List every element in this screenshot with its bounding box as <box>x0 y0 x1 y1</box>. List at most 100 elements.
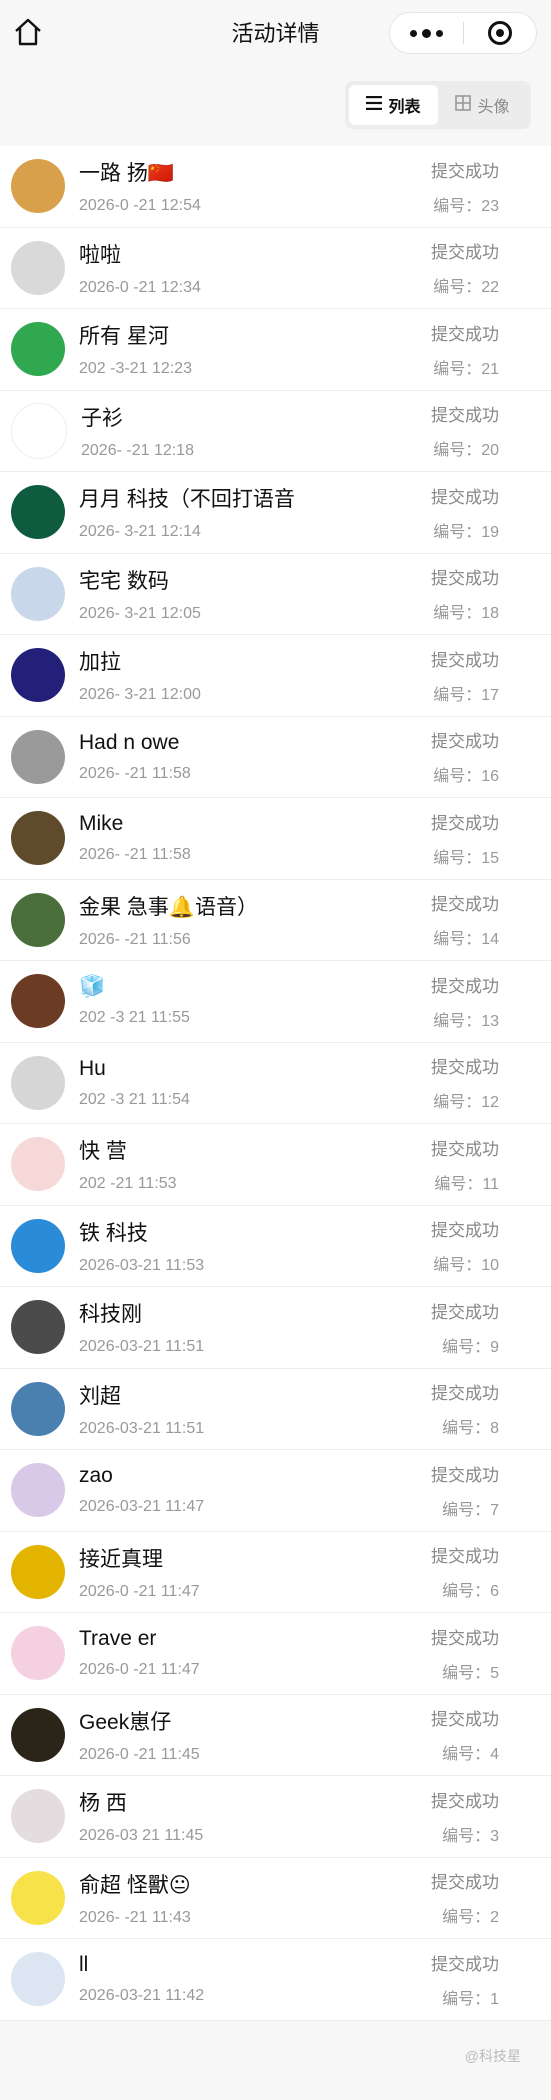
grid-icon <box>455 94 472 116</box>
entry-number: 编号：9 <box>442 1333 499 1357</box>
avatar[interactable] <box>11 1544 65 1599</box>
status-text: 提交成功 <box>431 243 499 263</box>
list-item[interactable]: Had n owe 2026- -21 11:58 提交成功 编号：16 <box>0 717 551 798</box>
list-item[interactable]: 科技刚 2026-03-21 11:51 提交成功 编号：9 <box>0 1287 551 1369</box>
status-text: 提交成功 <box>431 1628 499 1648</box>
avatar[interactable] <box>11 811 65 866</box>
list-item[interactable]: 俞超 怪獸😐 2026- -21 11:43 提交成功 编号：2 <box>0 1858 551 1939</box>
entry-number: 编号：8 <box>442 1414 499 1438</box>
avatar[interactable] <box>11 566 65 621</box>
list-item[interactable]: 宅宅 数码 2026- 3-21 12:05 提交成功 编号：18 <box>0 554 551 635</box>
number-prefix: 编号： <box>433 523 482 541</box>
submit-status: 提交成功 编号：10 <box>431 1216 499 1275</box>
avatar[interactable] <box>11 892 65 947</box>
status-text: 提交成功 <box>431 732 499 752</box>
status-text: 提交成功 <box>431 895 499 915</box>
avatar[interactable] <box>11 648 65 703</box>
avatar[interactable] <box>11 1218 65 1273</box>
avatar[interactable] <box>11 322 65 377</box>
avatar[interactable] <box>11 1707 65 1762</box>
list-item[interactable]: 子衫 2026- -21 12:18 提交成功 编号：20 <box>0 391 551 472</box>
number-value: 6 <box>490 1583 499 1601</box>
submit-status: 提交成功 编号：7 <box>431 1461 499 1520</box>
entry-number: 编号：12 <box>433 1088 499 1112</box>
avatar[interactable] <box>11 1626 65 1681</box>
submit-status: 提交成功 编号：20 <box>431 401 499 460</box>
submit-status: 提交成功 编号：6 <box>431 1542 499 1601</box>
avatar[interactable] <box>11 1463 65 1518</box>
avatar[interactable] <box>11 1952 65 2007</box>
status-text: 提交成功 <box>431 1139 499 1159</box>
number-value: 2 <box>490 1909 499 1927</box>
list-item[interactable]: 铁 科技 2026-03-21 11:53 提交成功 编号：10 <box>0 1206 551 1287</box>
list-item[interactable]: 加拉 2026- 3-21 12:00 提交成功 编号：17 <box>0 635 551 717</box>
entry-number: 编号：19 <box>433 518 499 542</box>
more-icon[interactable] <box>390 28 463 38</box>
avatar-view-label: 头像 <box>477 99 510 116</box>
avatar[interactable] <box>11 1870 65 1925</box>
number-value: 15 <box>481 849 499 867</box>
entry-number: 编号：21 <box>433 355 499 379</box>
list-item[interactable]: Geek崽仔 2026-0 -21 11:45 提交成功 编号：4 <box>0 1695 551 1776</box>
number-prefix: 编号： <box>433 1257 482 1275</box>
list-item[interactable]: Hu 202 -3 21 11:54 提交成功 编号：12 <box>0 1043 551 1124</box>
submit-status: 提交成功 编号：8 <box>431 1379 499 1438</box>
list-item[interactable]: 金果 急事🔔语音） 2026- -21 11:56 提交成功 编号：14 <box>0 880 551 961</box>
number-prefix: 编号： <box>442 1501 491 1519</box>
status-text: 提交成功 <box>431 813 499 833</box>
list-item[interactable]: 刘超 2026-03-21 11:51 提交成功 编号：8 <box>0 1369 551 1450</box>
list-item[interactable]: 所有 星河 202 -3-21 12:23 提交成功 编号：21 <box>0 309 551 391</box>
avatar[interactable] <box>11 729 65 784</box>
avatar[interactable] <box>11 159 65 214</box>
participant-list: 一路 扬🇨🇳 2026-0 -21 12:54 提交成功 编号：23 啦啦 20… <box>0 146 551 2021</box>
avatar[interactable] <box>11 1789 65 1844</box>
list-item[interactable]: 月月 科技（不回打语音 2026- 3-21 12:14 提交成功 编号：19 <box>0 472 551 554</box>
number-value: 11 <box>482 1175 499 1193</box>
avatar[interactable] <box>11 1300 65 1355</box>
list-item[interactable]: 接近真理 2026-0 -21 11:47 提交成功 编号：6 <box>0 1532 551 1613</box>
footer: @科技星 <box>0 2021 551 2091</box>
list-item[interactable]: 啦啦 2026-0 -21 12:34 提交成功 编号：22 <box>0 228 551 309</box>
number-value: 21 <box>481 360 499 378</box>
number-value: 8 <box>490 1420 499 1438</box>
avatar[interactable] <box>11 974 65 1029</box>
home-icon[interactable] <box>10 16 46 48</box>
status-text: 提交成功 <box>431 976 499 996</box>
entry-number: 编号：16 <box>433 762 499 786</box>
list-view-button[interactable]: 列表 <box>349 85 438 125</box>
avatar-view-button[interactable]: 头像 <box>438 85 527 125</box>
submit-status: 提交成功 编号：11 <box>431 1135 499 1194</box>
list-item[interactable]: Mike 2026- -21 11:58 提交成功 编号：15 <box>0 798 551 880</box>
avatar[interactable] <box>11 402 67 459</box>
list-item[interactable]: zao 2026-03-21 11:47 提交成功 编号：7 <box>0 1450 551 1532</box>
entry-number: 编号：1 <box>442 1985 499 2009</box>
entry-number: 编号：6 <box>442 1577 499 1601</box>
submit-status: 提交成功 编号：3 <box>431 1787 499 1846</box>
status-text: 提交成功 <box>431 1221 499 1241</box>
list-item[interactable]: 一路 扬🇨🇳 2026-0 -21 12:54 提交成功 编号：23 <box>0 146 551 228</box>
view-toggle-bar: 列表 头像 <box>0 64 551 146</box>
list-item[interactable]: 快 营 202 -21 11:53 提交成功 编号：11 <box>0 1124 551 1206</box>
status-text: 提交成功 <box>431 650 499 670</box>
list-item[interactable]: 🧊 202 -3 21 11:55 提交成功 编号：13 <box>0 961 551 1043</box>
avatar[interactable] <box>11 1137 65 1192</box>
avatar[interactable] <box>11 485 65 540</box>
list-item[interactable]: Trave er 2026-0 -21 11:47 提交成功 编号：5 <box>0 1613 551 1695</box>
submit-status: 提交成功 编号：4 <box>431 1705 499 1764</box>
entry-number: 编号：20 <box>433 436 499 460</box>
list-item[interactable]: ll 2026-03-21 11:42 提交成功 编号：1 <box>0 1939 551 2021</box>
avatar[interactable] <box>11 1381 65 1436</box>
list-item[interactable]: 杨 西 2026-03 21 11:45 提交成功 编号：3 <box>0 1776 551 1858</box>
entry-number: 编号：17 <box>433 681 499 705</box>
number-prefix: 编号： <box>442 1664 491 1682</box>
entry-number: 编号：4 <box>442 1740 499 1764</box>
submit-status: 提交成功 编号：2 <box>431 1868 499 1927</box>
number-value: 22 <box>481 279 499 297</box>
list-icon <box>366 95 383 115</box>
number-prefix: 编号： <box>433 197 482 215</box>
number-prefix: 编号： <box>433 360 482 378</box>
avatar[interactable] <box>11 240 65 295</box>
avatar[interactable] <box>11 1055 65 1110</box>
entry-number: 编号：13 <box>433 1007 499 1031</box>
close-miniprogram-icon[interactable] <box>464 20 537 46</box>
